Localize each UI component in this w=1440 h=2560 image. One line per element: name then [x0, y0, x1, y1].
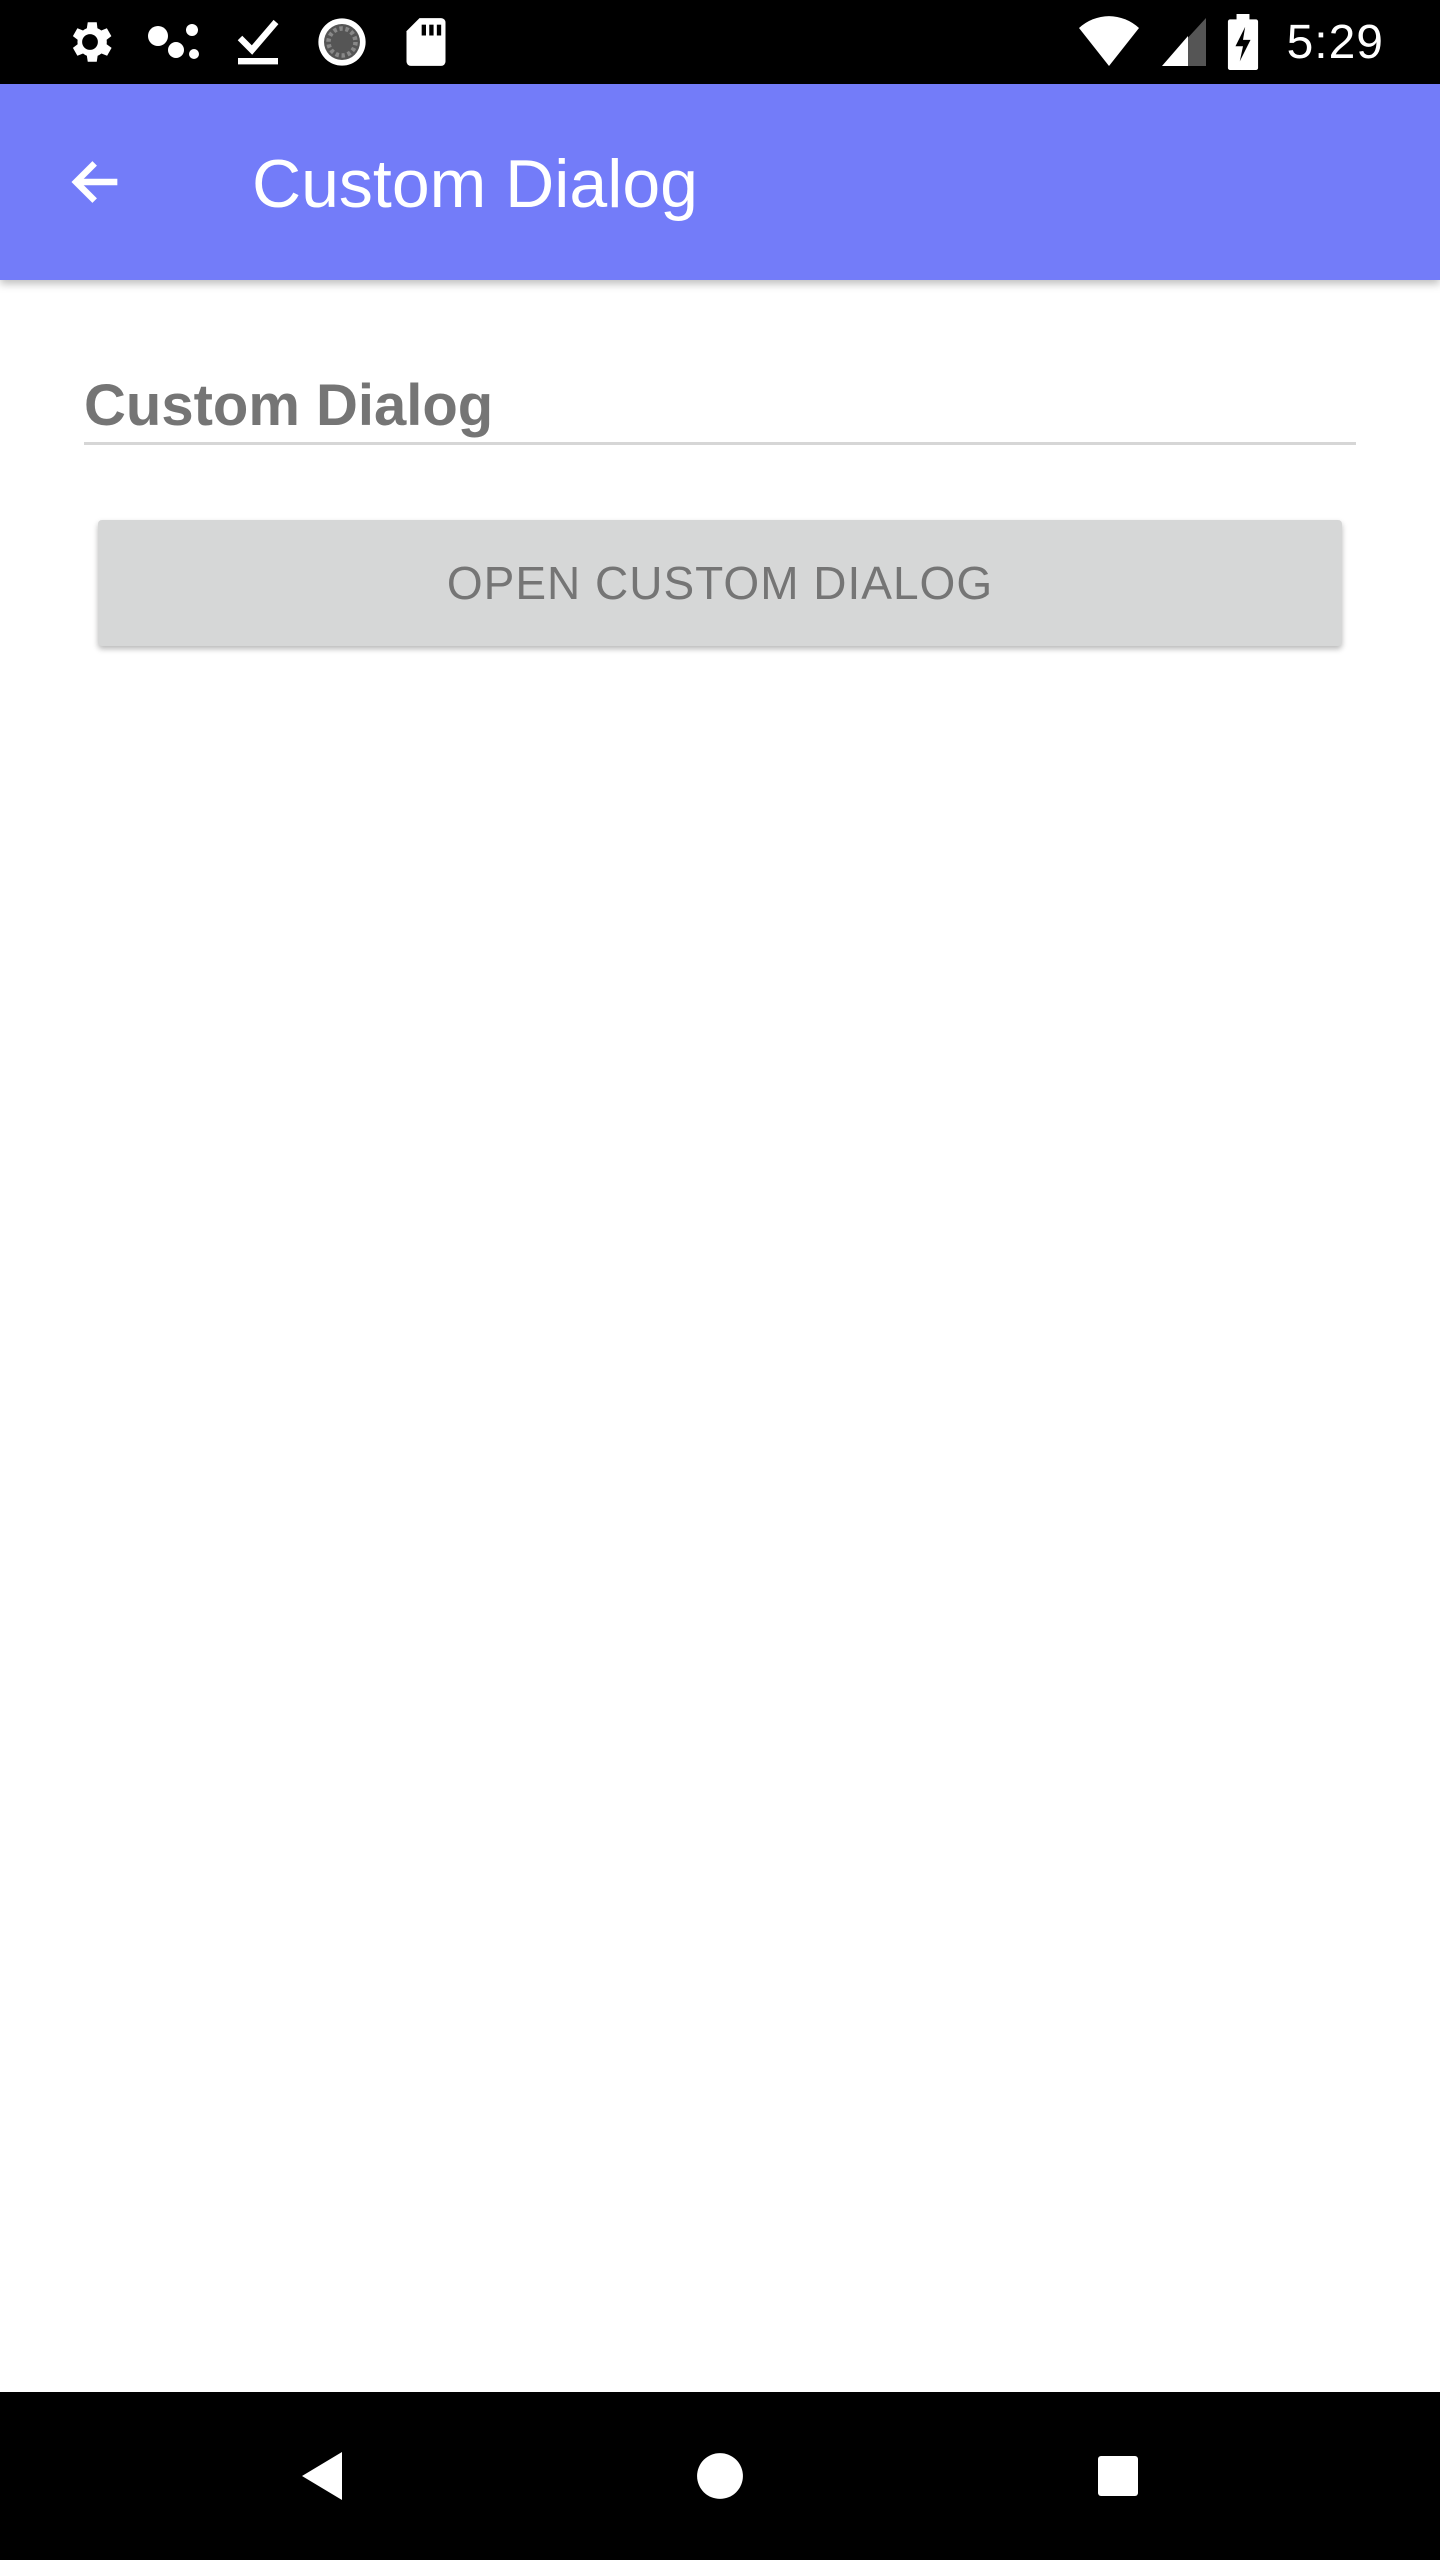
- settings-icon: [60, 14, 120, 70]
- nav-back-button[interactable]: [272, 2426, 372, 2526]
- sync-progress-icon: [312, 14, 372, 70]
- nav-recents-button[interactable]: [1068, 2426, 1168, 2526]
- navigation-bar: [0, 2392, 1440, 2560]
- open-custom-dialog-button[interactable]: OPEN CUSTOM DIALOG: [98, 520, 1342, 646]
- home-circle-icon: [697, 2453, 743, 2499]
- custom-dialog-text-field[interactable]: Custom Dialog: [84, 370, 1356, 445]
- status-system-icons: 5:29: [1077, 14, 1384, 70]
- page-title: Custom Dialog: [252, 146, 698, 222]
- cell-signal-icon: [1159, 14, 1209, 70]
- battery-charging-icon: [1227, 14, 1259, 70]
- recents-square-icon: [1098, 2456, 1138, 2496]
- status-bar: 5:29: [0, 0, 1440, 84]
- text-field-value: Custom Dialog: [84, 373, 494, 438]
- arrow-back-icon: [71, 161, 118, 203]
- sd-card-icon: [396, 14, 456, 70]
- status-clock: 5:29: [1286, 15, 1384, 69]
- wifi-icon: [1077, 14, 1141, 70]
- app-bar: Custom Dialog: [0, 84, 1440, 280]
- download-done-icon: [228, 14, 288, 70]
- back-button[interactable]: [44, 130, 148, 234]
- status-notification-icons: [60, 14, 480, 70]
- nav-home-button[interactable]: [670, 2426, 770, 2526]
- open-button-label: OPEN CUSTOM DIALOG: [446, 557, 994, 609]
- screen: 5:29 Custom Dialog Custom Dialog OPEN CU…: [0, 0, 1440, 2560]
- back-triangle-icon: [302, 2452, 342, 2500]
- assistant-dots-icon: [144, 14, 204, 70]
